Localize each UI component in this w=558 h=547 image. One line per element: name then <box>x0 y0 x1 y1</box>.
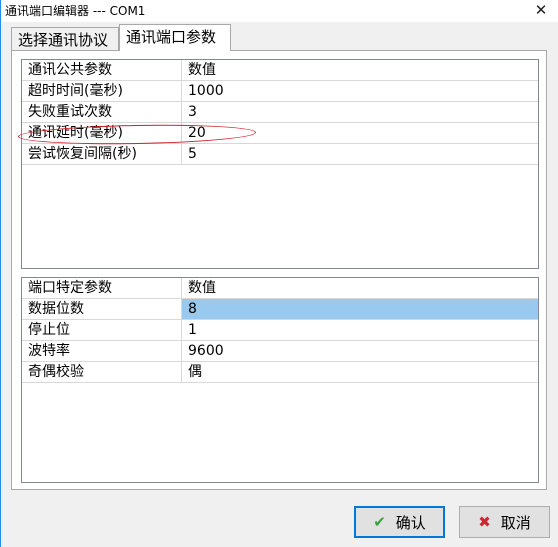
table-row[interactable]: 通讯延时(毫秒) 20 <box>17 122 538 147</box>
grid-header: 通讯公共参数 数值 <box>22 60 538 81</box>
tab-select-protocol[interactable]: 选择通讯协议 <box>11 27 119 50</box>
table-row[interactable]: 失败重试次数 3 <box>22 102 538 123</box>
table-row[interactable]: 数据位数 8 <box>22 299 538 320</box>
param-name: 通讯延时(毫秒) <box>22 123 182 143</box>
x-icon: ✖ <box>478 513 491 531</box>
table-row[interactable]: 奇偶校验 偶 <box>22 362 538 383</box>
param-name: 超时时间(毫秒) <box>22 81 182 101</box>
confirm-label: 确认 <box>395 513 426 532</box>
check-icon: ✔ <box>373 513 386 531</box>
tab-panel: 通讯公共参数 数值 超时时间(毫秒) 1000 失败重试次数 3 通讯延时(毫秒… <box>11 50 547 490</box>
param-value[interactable]: 1000 <box>182 81 538 101</box>
tab-port-params[interactable]: 通讯端口参数 <box>119 24 231 51</box>
param-value[interactable]: 3 <box>182 102 538 122</box>
grid-header: 端口特定参数 数值 <box>22 278 538 299</box>
common-params-grid[interactable]: 通讯公共参数 数值 超时时间(毫秒) 1000 失败重试次数 3 通讯延时(毫秒… <box>17 59 539 269</box>
column-header-value: 数值 <box>188 62 216 78</box>
dialog-client: 选择通讯协议 通讯端口参数 通讯公共参数 数值 超时时间(毫秒) 1000 失败… <box>2 22 558 547</box>
column-header-name: 端口特定参数 <box>22 278 182 298</box>
table-row[interactable]: 波特率 9600 <box>22 341 538 362</box>
close-icon[interactable]: ✕ <box>529 0 553 22</box>
title-bar[interactable]: 通讯端口编辑器 --- COM1 ✕ <box>1 0 558 22</box>
confirm-button[interactable]: ✔ 确认 <box>354 506 445 538</box>
table-row[interactable]: 停止位 1 <box>22 320 538 341</box>
param-name: 波特率 <box>22 341 182 361</box>
column-header-name: 通讯公共参数 <box>22 60 182 80</box>
param-value[interactable]: 5 <box>182 144 538 164</box>
cancel-label: 取消 <box>500 513 531 532</box>
param-name: 数据位数 <box>22 299 182 319</box>
cancel-button[interactable]: ✖ 取消 <box>459 506 550 538</box>
param-value[interactable]: 1 <box>182 320 538 340</box>
param-name: 失败重试次数 <box>22 102 182 122</box>
param-value[interactable]: 9600 <box>182 341 538 361</box>
port-params-grid[interactable]: 端口特定参数 数值 数据位数 8 停止位 1 波特率 9600 奇偶校验 偶 <box>21 277 539 483</box>
window-title: 通讯端口编辑器 --- COM1 <box>5 4 146 18</box>
table-row[interactable]: 超时时间(毫秒) 1000 <box>22 81 538 102</box>
dialog-window: 通讯端口编辑器 --- COM1 ✕ 选择通讯协议 通讯端口参数 通讯公共参数 … <box>0 0 558 547</box>
param-value[interactable]: 偶 <box>182 362 538 382</box>
param-value[interactable]: 8 <box>182 299 538 319</box>
table-row[interactable]: 尝试恢复间隔(秒) 5 <box>22 144 538 165</box>
param-name: 尝试恢复间隔(秒) <box>22 144 182 164</box>
param-name: 奇偶校验 <box>22 362 182 382</box>
param-value[interactable]: 20 <box>182 123 538 143</box>
column-header-value: 数值 <box>188 280 216 296</box>
param-name: 停止位 <box>22 320 182 340</box>
